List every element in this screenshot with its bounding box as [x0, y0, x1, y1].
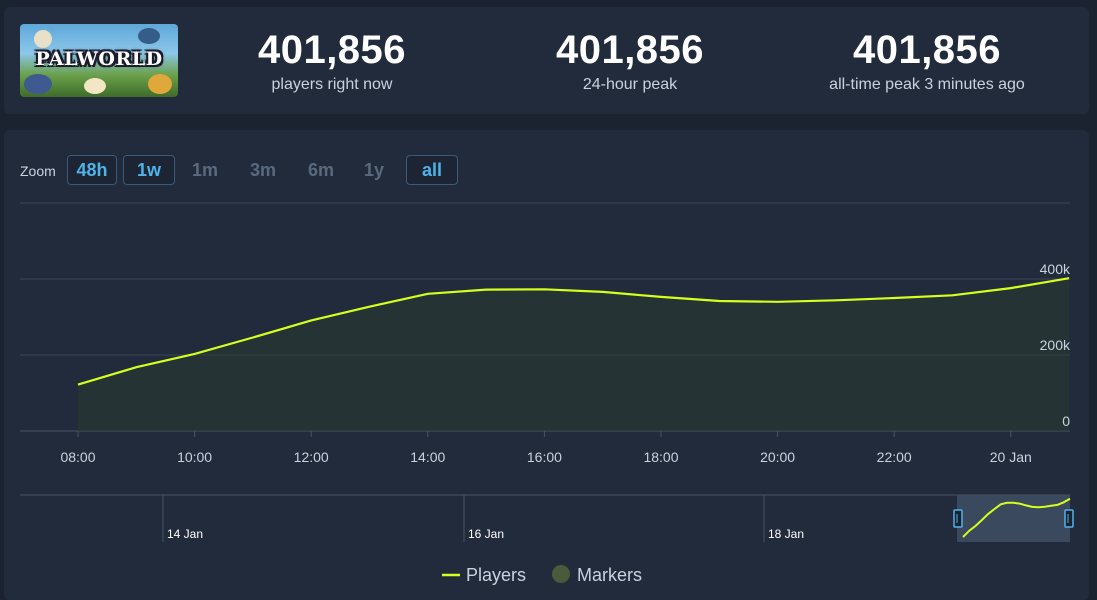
legend-markers-label: Markers [577, 565, 642, 585]
legend-players-label: Players [466, 565, 526, 585]
legend-item-markers[interactable]: Markers [552, 565, 642, 585]
players-series-area [78, 278, 1070, 431]
navigator-date-label: 18 Jan [768, 527, 804, 541]
navigator-date-label: 16 Jan [468, 527, 504, 541]
x-tick-label: 10:00 [177, 449, 212, 465]
navigator-right-handle[interactable] [1064, 509, 1074, 528]
navigator-left-handle[interactable] [953, 509, 963, 528]
navigator-date-label: 14 Jan [167, 527, 203, 541]
player-count-chart[interactable]: 0 200k 400k 08:00 10:00 12:00 14:00 16:00 18:00… [0, 0, 1097, 586]
x-tick-label: 20 Jan [990, 449, 1032, 465]
x-tick-label: 08:00 [60, 449, 95, 465]
x-tick-label: 14:00 [410, 449, 445, 465]
x-tick-label: 18:00 [643, 449, 678, 465]
range-navigator[interactable]: 14 Jan 16 Jan 18 Jan [20, 494, 1074, 542]
navigator-date-labels: 14 Jan 16 Jan 18 Jan [162, 495, 804, 542]
x-axis-labels: 08:00 10:00 12:00 14:00 16:00 18:00 20:00 22:00… [60, 431, 1032, 465]
x-tick-label: 12:00 [294, 449, 329, 465]
legend-item-players[interactable]: Players [442, 565, 526, 585]
x-tick-label: 16:00 [527, 449, 562, 465]
y-tick-label: 400k [1040, 261, 1071, 277]
y-tick-label: 0 [1062, 413, 1070, 429]
y-tick-label: 200k [1040, 337, 1071, 353]
x-tick-label: 22:00 [877, 449, 912, 465]
x-tick-label: 20:00 [760, 449, 795, 465]
legend-markers-swatch [552, 565, 570, 583]
chart-legend: Players Markers [442, 565, 642, 585]
